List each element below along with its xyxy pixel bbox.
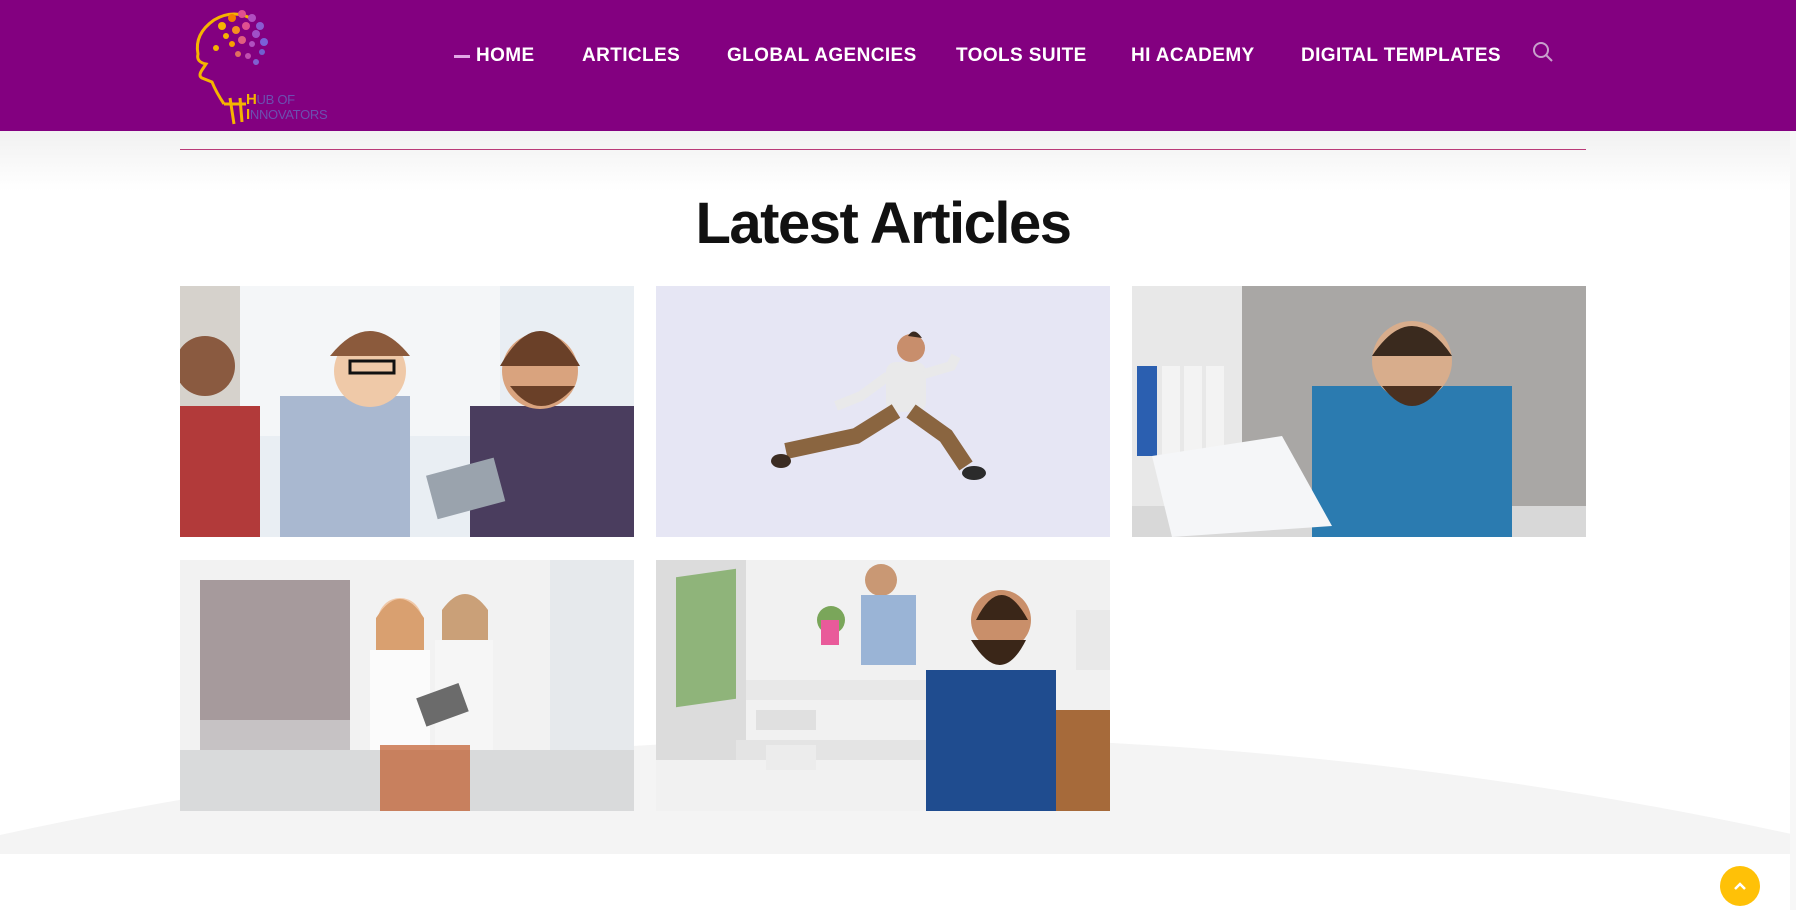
- nav-global-agencies[interactable]: GLOBAL AGENCIES: [727, 41, 917, 71]
- nav-tools-suite-label: TOOLS SUITE: [956, 45, 1087, 66]
- office-desks-photo: [656, 560, 1110, 811]
- article-card-4[interactable]: [180, 560, 634, 811]
- nav-hi-academy-label: HI ACADEMY: [1131, 45, 1255, 66]
- logo-wordmark: HUB OF INNOVATORS: [246, 92, 328, 122]
- article-card-2[interactable]: [656, 286, 1110, 537]
- article-card-1[interactable]: [180, 286, 634, 537]
- article-card-5[interactable]: [656, 560, 1110, 811]
- site-header: HUB OF INNOVATORS HOME ARTICLES GLOBAL A…: [0, 0, 1796, 131]
- jumping-man-photo: [656, 286, 1110, 537]
- chevron-up-icon: [1734, 882, 1746, 890]
- active-indicator: [454, 55, 470, 58]
- article-card-3[interactable]: [1132, 286, 1586, 537]
- nav-global-agencies-label: GLOBAL AGENCIES: [727, 45, 917, 66]
- site-logo[interactable]: HUB OF INNOVATORS: [176, 4, 346, 128]
- logo-line1: UB OF: [256, 92, 296, 107]
- nav-hi-academy[interactable]: HI ACADEMY: [1131, 41, 1255, 71]
- team-meeting-photo: [180, 286, 634, 537]
- section-title: Latest Articles: [695, 191, 1072, 256]
- man-laptop-photo: [1132, 286, 1586, 537]
- nav-articles-label: ARTICLES: [582, 45, 681, 66]
- nav-articles[interactable]: ARTICLES: [582, 41, 680, 71]
- logo-line2: NNOVATORS: [249, 107, 328, 122]
- page-scrollbar[interactable]: [1790, 131, 1796, 910]
- nav-home-label: HOME: [476, 45, 535, 66]
- search-icon[interactable]: [1531, 40, 1555, 64]
- page-bottom: [0, 854, 1796, 910]
- section-divider: [180, 149, 1586, 150]
- scroll-to-top-button[interactable]: [1720, 866, 1760, 906]
- nav-home[interactable]: HOME: [454, 41, 535, 71]
- women-tablet-photo: [180, 560, 634, 811]
- nav-digital-templates-label: DIGITAL TEMPLATES: [1301, 45, 1501, 66]
- nav-digital-templates[interactable]: DIGITAL TEMPLATES: [1301, 41, 1501, 71]
- header-shadow: [0, 131, 1796, 191]
- nav-tools-suite[interactable]: TOOLS SUITE: [956, 41, 1087, 71]
